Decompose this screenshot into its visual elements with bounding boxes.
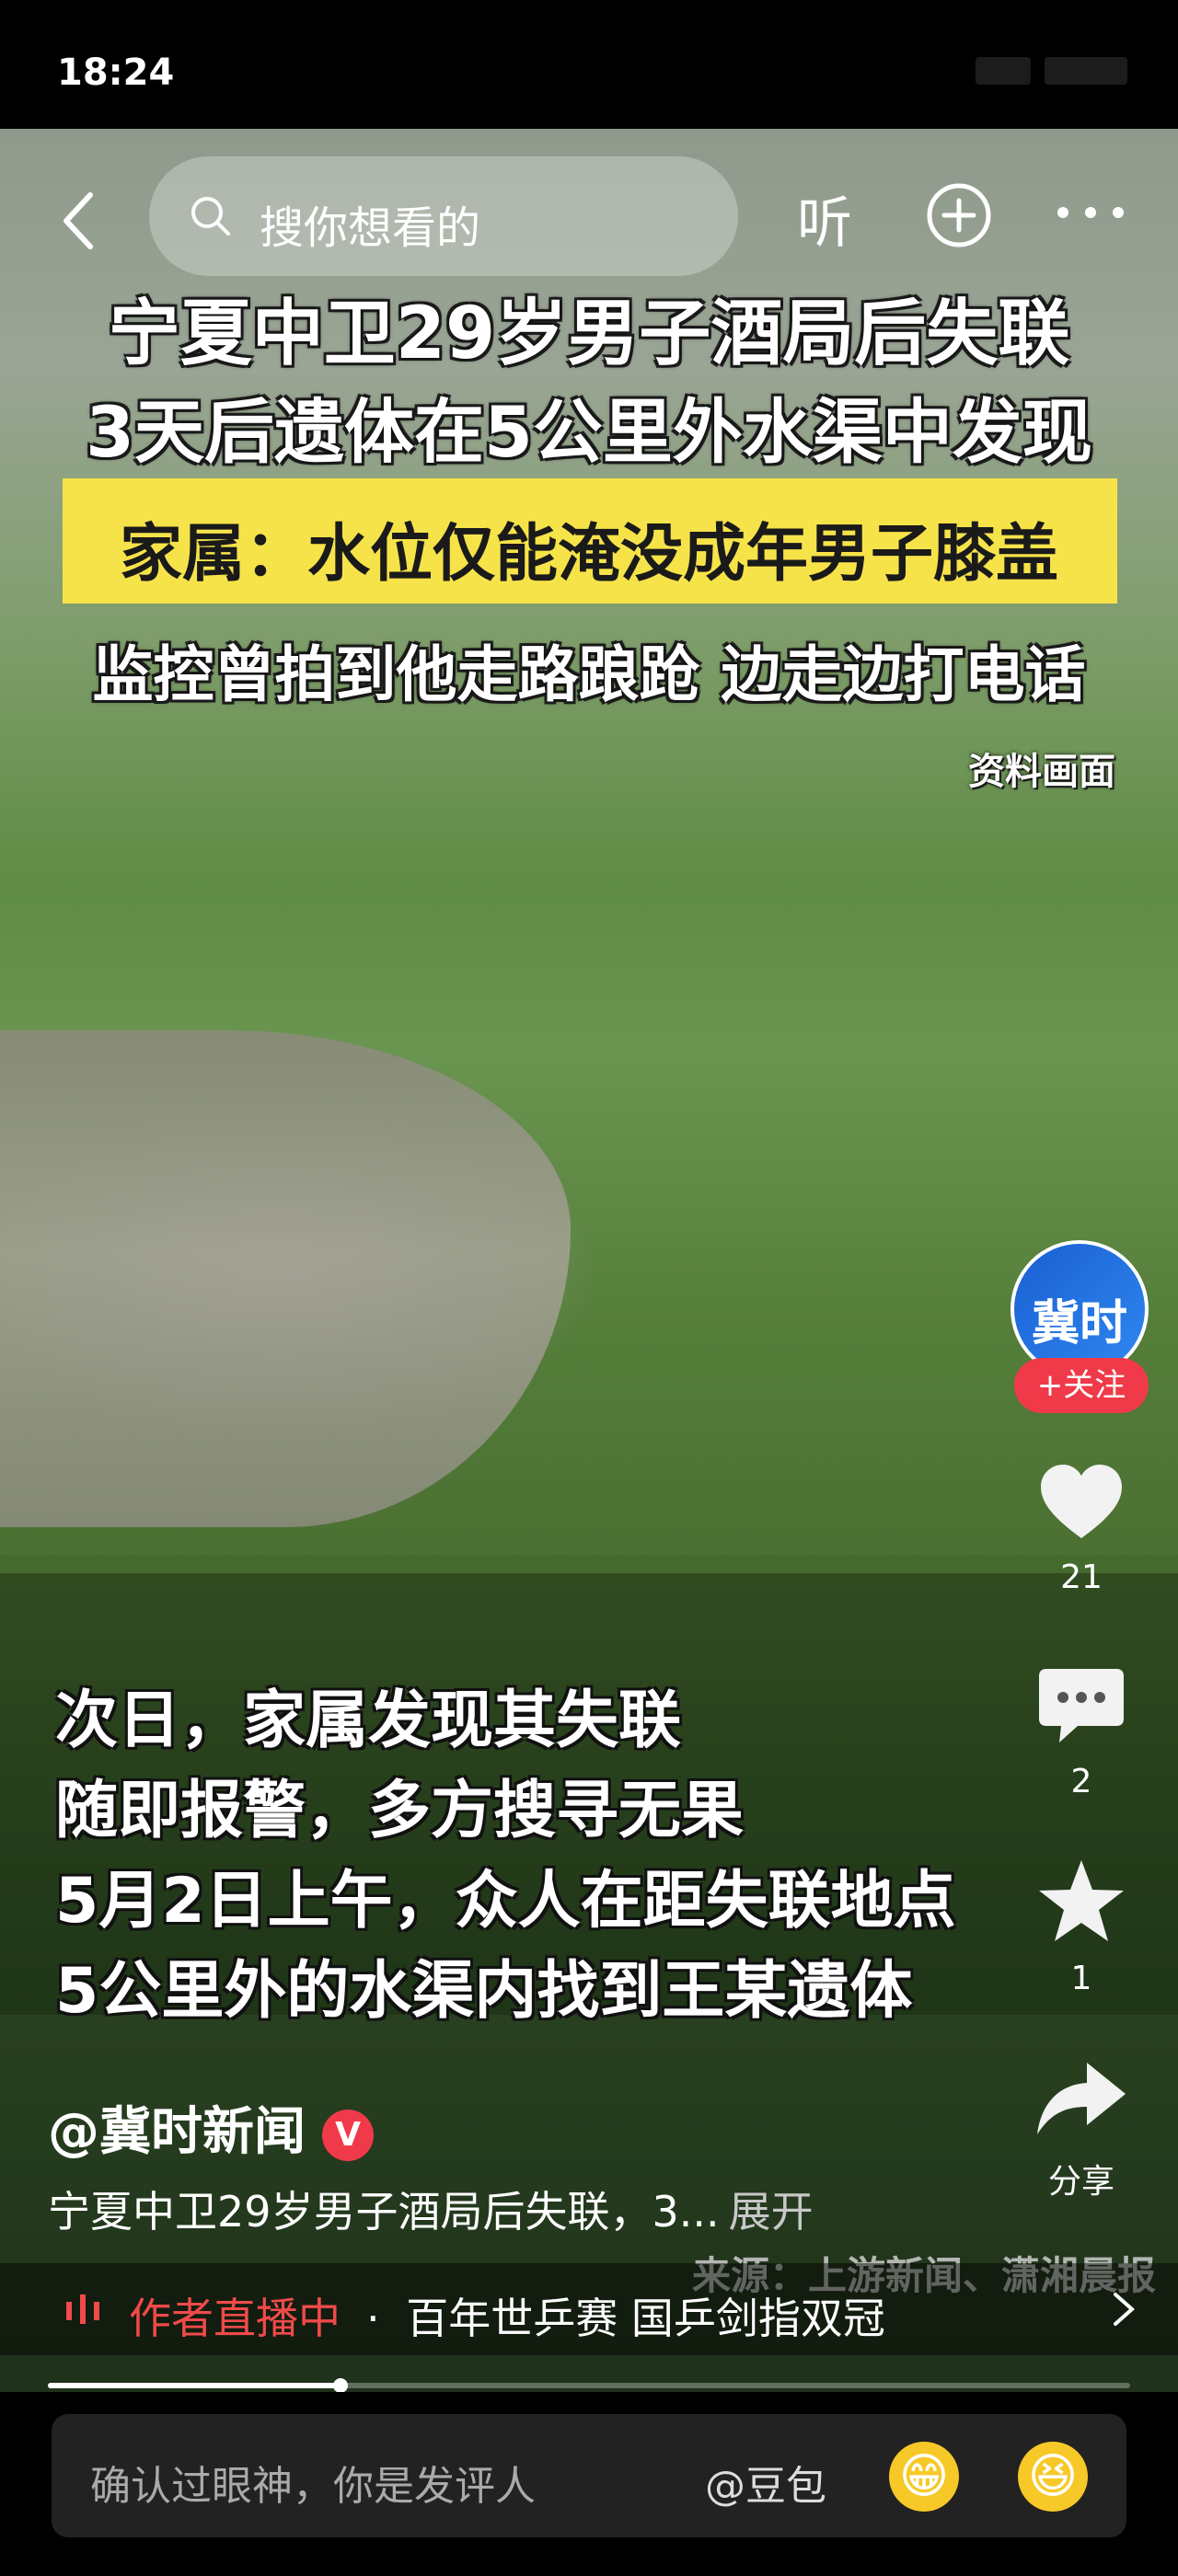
more-dots-icon — [1057, 207, 1124, 218]
author-name[interactable]: @冀时新闻 V — [48, 2090, 374, 2165]
share-arrow-icon — [1037, 2063, 1126, 2134]
status-icons — [966, 57, 1132, 88]
video-headline-2: 3天后遗体在5公里外水渠中发现 — [86, 391, 1092, 473]
search-input[interactable]: 搜你想看的 — [149, 156, 738, 276]
bottom-bar: 确认过眼神，你是发评人 @豆包 😁 😆 — [0, 2392, 1178, 2576]
post-description[interactable]: 宁夏中卫29岁男子酒局后失联，3... 展开 — [48, 2179, 814, 2239]
more-button[interactable] — [1049, 180, 1132, 245]
search-placeholder: 搜你想看的 — [260, 202, 481, 254]
share-label: 分享 — [1047, 2163, 1114, 2201]
like-count: 21 — [1060, 1558, 1103, 1596]
comment-bubble-icon — [1039, 1669, 1124, 1742]
favorite-count: 1 — [1070, 1960, 1092, 1997]
live-banner[interactable]: 作者直播中 · 百年世乒赛 国乒剑指双冠 — [0, 2263, 1178, 2355]
live-separator: · — [366, 2294, 380, 2343]
comment-count: 2 — [1070, 1763, 1092, 1800]
comment-input[interactable]: 确认过眼神，你是发评人 @豆包 😁 😆 — [52, 2414, 1126, 2537]
star-icon — [1039, 1860, 1124, 1941]
battery-icon — [1045, 57, 1128, 85]
comment-placeholder: 确认过眼神，你是发评人 — [90, 2463, 536, 2510]
live-topic: 百年世乒赛 国乒剑指双冠 — [406, 2294, 885, 2343]
video-headline-3: 监控曾拍到他走路踉跄 边走边打电话 — [92, 639, 1086, 710]
video-highlight-text: 家属：水位仅能淹没成年男子膝盖 — [119, 518, 1058, 591]
heart-icon — [1041, 1465, 1122, 1538]
back-button[interactable] — [53, 184, 109, 258]
live-signal-icon — [66, 2294, 99, 2324]
author-handle: @冀时新闻 — [48, 2102, 306, 2162]
verified-badge: V — [322, 2109, 374, 2161]
follow-button[interactable]: +关注 — [1014, 1358, 1149, 1413]
video-headline-1: 宁夏中卫29岁男子酒局后失联 — [108, 293, 1070, 375]
caption-line: 次日，家属发现其失联 — [55, 1685, 682, 1757]
top-nav: 搜你想看的 听 — [0, 147, 1178, 285]
video-progress-bar[interactable] — [48, 2378, 1130, 2393]
plus-circle-icon — [927, 183, 991, 247]
caption-line: 随即报警，多方搜寻无果 — [55, 1775, 745, 1847]
progress-fill — [48, 2383, 341, 2388]
back-icon — [64, 192, 93, 249]
status-time: 18:24 — [57, 52, 175, 94]
emoji-grin-button[interactable]: 😁 — [889, 2442, 959, 2512]
avatar-text: 冀时 — [1031, 1296, 1127, 1351]
chevron-right-icon — [1114, 2293, 1136, 2326]
caption-line: 5月2日上午，众人在距失联地点 — [55, 1865, 956, 1938]
footage-tag: 资料画面 — [968, 751, 1115, 793]
video-caption: 次日，家属发现其失联 随即报警，多方搜寻无果 5月2日上午，众人在距失联地点 5… — [55, 1676, 956, 2037]
signal-icon — [976, 57, 1031, 85]
live-title: · 百年世乒赛 国乒剑指双冠 — [366, 2285, 885, 2346]
status-bar: 18:24 — [0, 0, 1178, 129]
live-status: 作者直播中 — [129, 2294, 341, 2343]
add-button[interactable] — [926, 182, 992, 248]
progress-knob[interactable] — [332, 2378, 348, 2393]
emoji-laugh-button[interactable]: 😆 — [1018, 2442, 1088, 2512]
listen-button[interactable]: 听 — [797, 178, 852, 259]
expand-link[interactable]: 展开 — [729, 2187, 814, 2237]
description-text: 宁夏中卫29岁男子酒局后失联，3... — [48, 2187, 720, 2237]
like-button[interactable]: 21 — [1003, 1461, 1160, 1596]
favorite-button[interactable]: 1 — [1003, 1857, 1160, 1997]
caption-line: 5公里外的水渠内找到王某遗体 — [55, 1955, 913, 2028]
search-icon — [191, 197, 230, 236]
share-button[interactable]: 分享 — [1003, 2057, 1160, 2202]
video-water-scene — [0, 1030, 571, 1527]
comment-button[interactable]: 2 — [1003, 1665, 1160, 1800]
mention-button[interactable]: @豆包 — [705, 2453, 826, 2512]
